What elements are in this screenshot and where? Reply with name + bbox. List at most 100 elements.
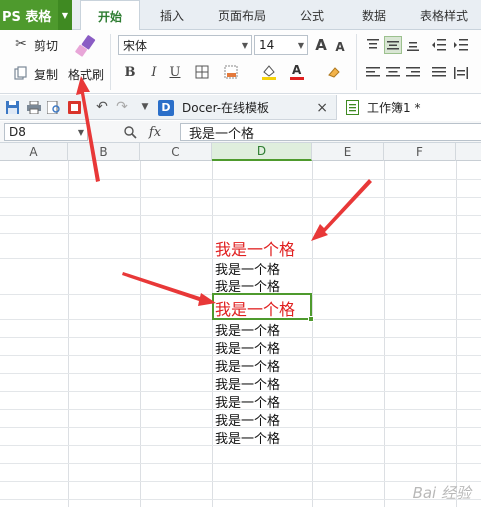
ribbon-home: ✂ 剪切 复制 格式刷 宋体 ▼ 14 ▼ A A B I U A [0, 30, 481, 94]
formula-input[interactable]: 我是一个格 [180, 123, 481, 142]
copy-icon[interactable] [12, 64, 30, 82]
fill-color-icon[interactable] [259, 62, 279, 82]
app-menu-dropdown-icon[interactable]: ▼ [58, 0, 72, 30]
font-color-icon[interactable]: A [288, 62, 306, 82]
watermark-logo: Bai 经验 [412, 484, 471, 502]
column-header-f[interactable]: F [384, 143, 456, 161]
grid-line [68, 161, 69, 507]
clear-format-icon[interactable] [326, 63, 342, 81]
print-preview-icon[interactable] [46, 99, 62, 115]
grid-line [0, 481, 481, 482]
arrow-to-cell-d8 [122, 272, 216, 306]
font-name-select[interactable]: 宋体 ▼ [118, 35, 252, 55]
column-header-d[interactable]: D [212, 143, 312, 161]
spreadsheet-file-icon [345, 100, 359, 116]
ribbon-divider [110, 34, 111, 90]
shrink-font-button[interactable]: A [333, 38, 347, 56]
justify-icon[interactable] [430, 64, 448, 82]
cell-d9[interactable]: 我是一个格 [215, 320, 280, 339]
customize-dropdown-icon[interactable]: ▼ [138, 100, 152, 114]
quick-access-bar: ↶ ↷ ▼ D Docer-在线模板 × 工作簿1 * [0, 95, 481, 120]
grid-line [212, 161, 213, 507]
italic-button[interactable]: I [146, 63, 162, 81]
tab-page-layout[interactable]: 页面布局 [212, 0, 272, 30]
grid-line [312, 161, 313, 507]
cell-style-icon[interactable] [223, 63, 239, 81]
cell-d10[interactable]: 我是一个格 [215, 338, 280, 357]
doc-tab-workbook[interactable]: 工作簿1 * [336, 95, 481, 120]
cell-d11[interactable]: 我是一个格 [215, 356, 280, 375]
underline-button[interactable]: U [167, 63, 183, 81]
save-icon[interactable] [4, 99, 20, 115]
distributed-align-icon[interactable] [452, 64, 470, 82]
export-pdf-icon[interactable] [66, 99, 82, 115]
align-top-icon[interactable] [364, 36, 382, 54]
tab-home[interactable]: 开始 [80, 0, 140, 31]
cell-d13[interactable]: 我是一个格 [215, 392, 280, 411]
spreadsheet-window: PS 表格 ▼ 开始 插入 页面布局 公式 数据 表格样式 ✂ 剪切 复制 格式… [0, 0, 481, 507]
cell-d8[interactable]: 我是一个格 [215, 296, 295, 320]
format-painter-button[interactable]: 格式刷 [68, 66, 104, 83]
grid-line [0, 215, 481, 216]
zoom-search-icon[interactable] [122, 123, 138, 141]
cell-d14[interactable]: 我是一个格 [215, 410, 280, 429]
doc-tab-docer-label: Docer-在线模板 [182, 101, 270, 115]
redo-icon[interactable]: ↷ [114, 99, 130, 115]
align-center-icon[interactable] [384, 64, 402, 82]
fill-handle[interactable] [308, 316, 314, 322]
align-right-icon[interactable] [404, 64, 422, 82]
copy-button[interactable]: 复制 [34, 66, 58, 83]
undo-icon[interactable]: ↶ [94, 99, 110, 115]
chevron-down-icon: ▼ [297, 41, 304, 50]
tab-data[interactable]: 数据 [350, 0, 398, 30]
column-header-a[interactable]: A [0, 143, 68, 161]
cut-button[interactable]: 剪切 [34, 37, 58, 54]
decrease-indent-icon[interactable] [430, 36, 448, 54]
insert-function-button[interactable]: fx [145, 123, 165, 141]
column-header-e[interactable]: E [312, 143, 384, 161]
arrow-to-cell-d6 [311, 179, 372, 241]
ribbon-tab-bar: PS 表格 ▼ 开始 插入 页面布局 公式 数据 表格样式 [0, 0, 481, 31]
grid-line [456, 161, 457, 507]
formula-value: 我是一个格 [189, 126, 255, 142]
name-box[interactable]: D8 ▼ [4, 123, 88, 141]
borders-icon[interactable] [194, 63, 210, 81]
cell-d15[interactable]: 我是一个格 [215, 428, 280, 447]
grid-line [0, 197, 481, 198]
increase-indent-icon[interactable] [452, 36, 470, 54]
tab-insert[interactable]: 插入 [148, 0, 196, 30]
align-bottom-icon[interactable] [404, 36, 422, 54]
column-header-b[interactable]: B [68, 143, 140, 161]
app-name: PS 表格 [2, 9, 52, 25]
chevron-down-icon: ▼ [241, 41, 248, 50]
font-size-value: 14 [259, 38, 275, 52]
app-menu-button[interactable]: PS 表格 ▼ [0, 0, 72, 30]
grid-line [0, 463, 481, 464]
close-icon[interactable]: × [316, 100, 328, 116]
bold-button[interactable]: B [122, 63, 138, 81]
grid-line [384, 161, 385, 507]
grid-line [0, 179, 481, 180]
grid-line [0, 499, 481, 500]
print-icon[interactable] [26, 99, 42, 115]
svg-text:A: A [292, 63, 302, 77]
align-middle-icon[interactable] [384, 36, 402, 54]
docer-logo-icon: D [158, 99, 174, 116]
tab-table-style[interactable]: 表格样式 [412, 0, 476, 30]
doc-tab-workbook-label: 工作簿1 * [367, 101, 421, 115]
grid-line [140, 161, 141, 507]
cell-d12[interactable]: 我是一个格 [215, 374, 280, 393]
scissors-icon[interactable]: ✂ [12, 35, 30, 53]
column-header-c[interactable]: C [140, 143, 212, 161]
formula-bar: D8 ▼ fx 我是一个格 [0, 121, 481, 143]
tab-formulas[interactable]: 公式 [288, 0, 336, 30]
align-left-icon[interactable] [364, 64, 382, 82]
format-painter-icon[interactable] [70, 34, 98, 60]
ribbon-divider [356, 34, 357, 90]
grow-font-button[interactable]: A [313, 35, 329, 55]
font-size-select[interactable]: 14 ▼ [254, 35, 308, 55]
doc-tab-docer[interactable]: D Docer-在线模板 × [158, 95, 334, 120]
cell-d6[interactable]: 我是一个格 [215, 236, 295, 260]
name-box-value: D8 [9, 125, 26, 139]
font-name-value: 宋体 [123, 38, 148, 53]
